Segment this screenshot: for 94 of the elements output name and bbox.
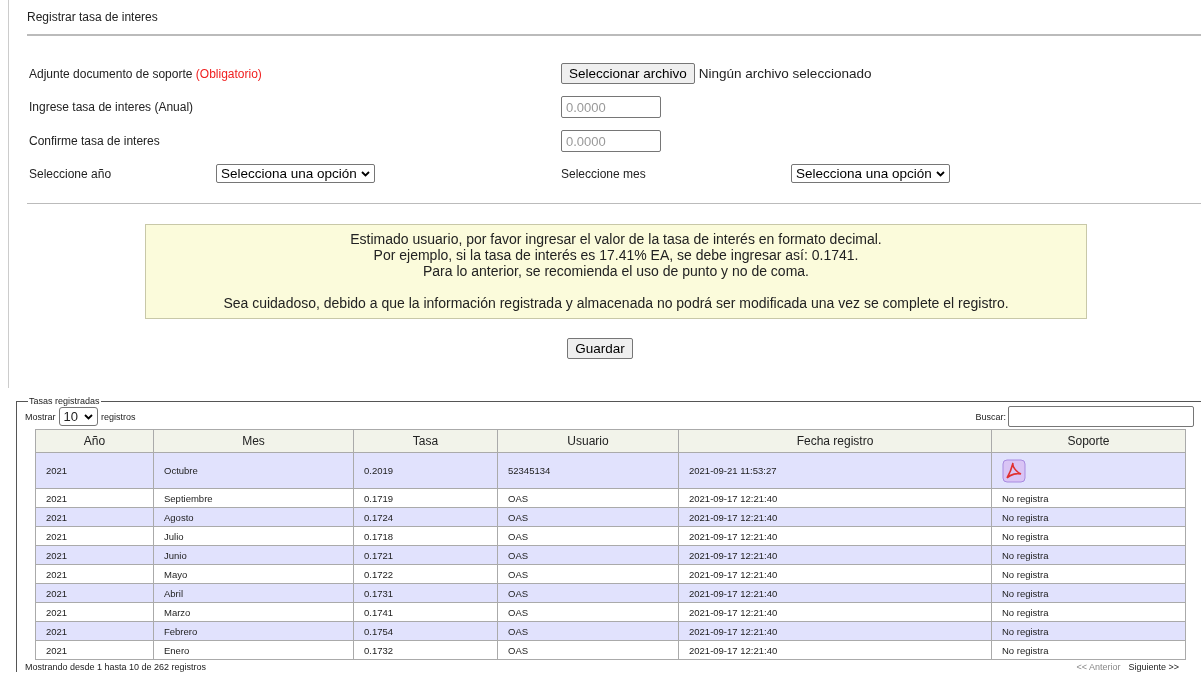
rate-input[interactable]: 0.0000 [561, 96, 661, 118]
table-cell: 0.1724 [353, 507, 498, 527]
table-cell: 2021 [35, 640, 154, 660]
table-cell: 2021-09-17 12:21:40 [678, 640, 992, 660]
table-cell: 2021 [35, 621, 154, 641]
search-field[interactable] [1008, 406, 1194, 427]
rate-label: Ingrese tasa de interes (Anual) [29, 100, 195, 114]
confirm-label: Confirme tasa de interes [29, 134, 161, 148]
table-cell: 2021 [35, 507, 154, 527]
table-cell: 2021-09-17 12:21:40 [678, 583, 992, 603]
table-cell: 2021-09-17 12:21:40 [678, 621, 992, 641]
table-cell: No registra [991, 526, 1186, 546]
table-cell: No registra [991, 602, 1186, 622]
column-header[interactable]: Fecha registro [678, 429, 992, 453]
attach-label: Adjunte documento de soporte (Obligatorio) [29, 66, 263, 81]
table-cell: OAS [497, 621, 679, 641]
table-cell: OAS [497, 545, 679, 565]
table-cell: 2021 [35, 583, 154, 603]
search-label: Buscar: [975, 411, 1006, 422]
table-cell: 0.1721 [353, 545, 498, 565]
table-cell: Agosto [153, 507, 354, 527]
table-cell: 0.1741 [353, 602, 498, 622]
table-cell: 52345134 [497, 452, 679, 489]
table-cell: 2021-09-17 12:21:40 [678, 545, 992, 565]
table-cell: 2021 [35, 452, 154, 489]
records-label: registros [101, 411, 136, 422]
table-cell: 2021 [35, 526, 154, 546]
table-cell: OAS [497, 488, 679, 508]
table-cell: No registra [991, 640, 1186, 660]
table-cell: OAS [497, 564, 679, 584]
file-select-button[interactable]: Seleccionar archivo [561, 63, 695, 84]
table-cell: Enero [153, 640, 354, 660]
show-label: Mostrar [25, 411, 56, 422]
column-header[interactable]: Mes [153, 429, 354, 453]
table-cell: 2021 [35, 602, 154, 622]
section-legend: Tasas registradas [28, 396, 101, 406]
warning-text: Sea cuidadoso, debido a que la información registrada y almacenada no podrá ser modificada una vez se complete el registro. [222, 295, 1010, 311]
chevron-down-icon [84, 413, 93, 420]
notice-text: Por ejemplo, si la tasa de interés es 17.41% EA, se debe ingresar así: 0.1741. [372, 247, 860, 263]
table-cell: 2021-09-17 12:21:40 [678, 602, 992, 622]
table-cell: 2021-09-21 11:53:27 [678, 452, 992, 489]
table-cell: OAS [497, 583, 679, 603]
table-cell: 0.1732 [353, 640, 498, 660]
confirm-input[interactable]: 0.0000 [561, 130, 661, 152]
table-cell: 0.1718 [353, 526, 498, 546]
chevron-down-icon [935, 170, 945, 177]
table-cell: 2021 [35, 564, 154, 584]
table-cell: OAS [497, 640, 679, 660]
table-cell: 0.1731 [353, 583, 498, 603]
table-cell: Mayo [153, 564, 354, 584]
table-cell: No registra [991, 488, 1186, 508]
pdf-icon[interactable] [1002, 459, 1026, 483]
table-cell: Abril [153, 583, 354, 603]
table-cell: 0.1754 [353, 621, 498, 641]
save-button[interactable]: Guardar [567, 338, 633, 359]
table-cell: No registra [991, 545, 1186, 565]
table-cell: 0.2019 [353, 452, 498, 489]
table-cell: 2021-09-17 12:21:40 [678, 526, 992, 546]
file-status: Ningún archivo seleccionado [698, 66, 872, 81]
table-cell: 0.1722 [353, 564, 498, 584]
table-cell: 2021 [35, 488, 154, 508]
column-header[interactable]: Usuario [497, 429, 679, 453]
table-cell: OAS [497, 526, 679, 546]
column-header[interactable]: Tasa [353, 429, 498, 453]
table-cell: Febrero [153, 621, 354, 641]
table-cell: No registra [991, 621, 1186, 641]
table-cell: No registra [991, 564, 1186, 584]
table-cell: Septiembre [153, 488, 354, 508]
table-cell: OAS [497, 507, 679, 527]
table-cell: Julio [153, 526, 354, 546]
chevron-down-icon [360, 170, 370, 177]
table-cell: 2021-09-17 12:21:40 [678, 564, 992, 584]
table-cell: 2021-09-17 12:21:40 [678, 488, 992, 508]
notice-text: Estimado usuario, por favor ingresar el valor de la tasa de interés en formato decimal. [349, 231, 883, 247]
year-label: Seleccione año [29, 166, 113, 181]
table-cell: Octubre [153, 452, 354, 489]
page-size-select[interactable]: 10 [58, 407, 98, 426]
table-cell: Marzo [153, 602, 354, 622]
table-cell: 0.1719 [353, 488, 498, 508]
table-info: Mostrando desde 1 hasta 10 de 262 registros [25, 662, 207, 672]
table-cell: OAS [497, 602, 679, 622]
table-cell: Junio [153, 545, 354, 565]
notice-text: Para lo anterior, se recomienda el uso de punto y no de coma. [422, 263, 810, 279]
table-cell: 2021-09-17 12:21:40 [678, 507, 992, 527]
pager-link[interactable]: Siguiente >> [1128, 662, 1179, 672]
table-cell: No registra [991, 583, 1186, 603]
year-select[interactable]: Selecciona una opción [216, 164, 375, 183]
month-label: Seleccione mes [561, 166, 647, 181]
table-cell: 2021 [35, 545, 154, 565]
table-cell: No registra [991, 507, 1186, 527]
column-header[interactable]: Soporte [991, 429, 1186, 453]
column-header[interactable]: Año [35, 429, 154, 453]
page-title: Registrar tasa de interes [27, 10, 1201, 36]
month-select[interactable]: Selecciona una opción [791, 164, 950, 183]
